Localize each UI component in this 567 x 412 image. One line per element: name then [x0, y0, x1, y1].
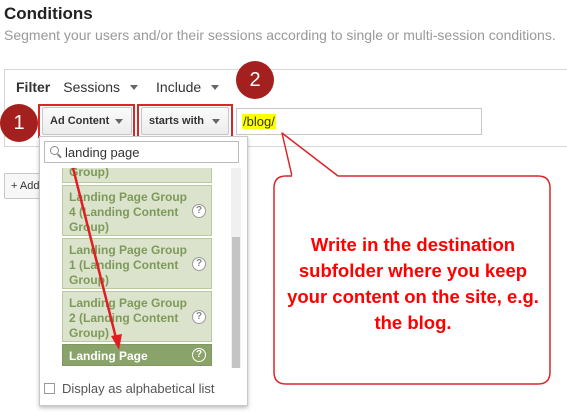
caret-down-icon — [211, 84, 220, 90]
list-item[interactable]: Landing Page Group 4 (Landing Content Gr… — [62, 185, 212, 236]
dimension-search-value: landing page — [65, 144, 140, 160]
dimension-dropdown: landing page Group) Landing Page Group 4… — [39, 136, 248, 406]
filter-row: Filter Sessions Include — [16, 78, 237, 96]
add-condition-button[interactable]: + Add — [4, 173, 42, 199]
list-item[interactable]: Group) — [62, 168, 212, 183]
help-icon[interactable]: ? — [192, 256, 206, 271]
list-item-label: Landing Page Group 4 (Landing Content Gr… — [69, 190, 188, 234]
help-icon[interactable]: ? — [192, 309, 206, 324]
alphabetical-label: Display as alphabetical list — [62, 381, 215, 396]
dimension-list: Group) Landing Page Group 4 (Landing Con… — [62, 168, 212, 368]
scope-dropdown[interactable]: Sessions — [63, 79, 139, 95]
list-item-label: Landing Page — [69, 349, 148, 363]
include-label: Include — [156, 79, 202, 95]
annotation-box-operator — [137, 104, 233, 138]
scrollbar-thumb[interactable] — [232, 237, 240, 368]
search-icon — [45, 142, 65, 162]
condition-value-input[interactable]: /blog/ — [236, 108, 482, 135]
help-icon[interactable]: ? — [192, 203, 206, 218]
include-dropdown[interactable]: Include — [156, 79, 220, 95]
callout-text: Write in the destination subfolder where… — [287, 234, 539, 333]
step-1-marker: 1 — [0, 104, 38, 142]
step-2-marker: 2 — [236, 61, 274, 99]
list-item-label: Group) — [69, 168, 109, 179]
page-subtitle: Segment your users and/or their sessions… — [4, 27, 556, 43]
list-item-label: Landing Page Group 2 (Landing Content Gr… — [69, 296, 188, 340]
alphabetical-toggle[interactable]: Display as alphabetical list — [44, 381, 214, 396]
page-title: Conditions — [4, 4, 93, 23]
list-item[interactable]: Landing Page Group 2 (Landing Content Gr… — [62, 291, 212, 342]
list-item-label: Landing Page Group 1 (Landing Content Gr… — [69, 243, 188, 287]
list-item-selected[interactable]: Landing Page ? — [62, 344, 212, 366]
filter-label: Filter — [16, 79, 51, 95]
checkbox[interactable] — [44, 383, 55, 394]
condition-value-text: /blog/ — [242, 114, 276, 129]
help-icon[interactable]: ? — [192, 348, 206, 362]
scope-label: Sessions — [63, 79, 121, 95]
list-item[interactable]: Landing Page Group 1 (Landing Content Gr… — [62, 238, 212, 289]
annotation-box-dimension — [38, 104, 135, 138]
dimension-search[interactable]: landing page — [44, 141, 239, 163]
caret-down-icon — [130, 84, 139, 90]
